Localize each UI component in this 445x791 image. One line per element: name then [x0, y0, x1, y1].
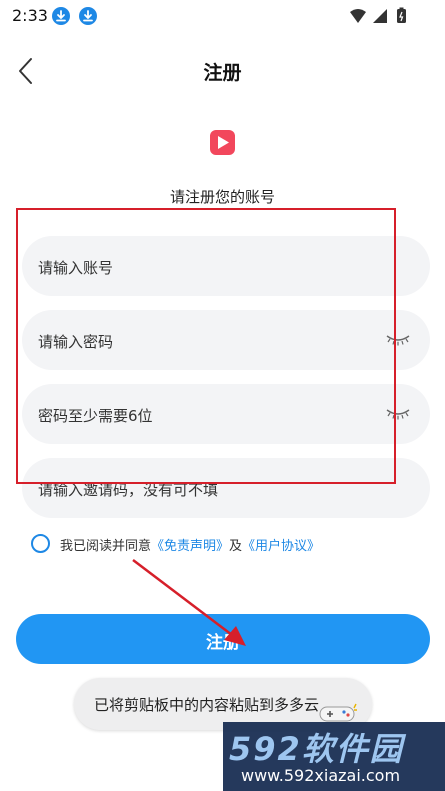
download-icon	[52, 7, 70, 25]
agreement-text: 我已阅读并同意《免责声明》及《用户协议》	[60, 535, 320, 554]
page-subtitle: 请注册您的账号	[169, 188, 275, 206]
eye-closed-icon[interactable]	[386, 407, 410, 421]
gamepad-icon	[319, 703, 357, 722]
password-placeholder: 请输入密码	[38, 333, 114, 351]
disclaimer-link[interactable]: 《免责声明》	[151, 539, 229, 554]
confirm-password-placeholder: 密码至少需要6位	[38, 407, 153, 425]
watermark-brand: 592软件园	[229, 730, 404, 768]
eye-closed-icon[interactable]	[386, 333, 410, 347]
watermark-logo: 592软件园 www.592xiazai.com	[223, 722, 445, 791]
account-input[interactable]: 请输入账号	[22, 236, 430, 296]
download-icon	[79, 7, 97, 25]
page-title: 注册	[203, 62, 242, 84]
register-button[interactable]: 注册	[16, 614, 430, 664]
invite-code-placeholder: 请输入邀请码，没有可不填	[38, 481, 219, 499]
confirm-password-input[interactable]: 密码至少需要6位	[22, 384, 430, 444]
wifi-icon	[350, 9, 366, 23]
status-time: 2:33	[12, 6, 48, 25]
watermark-url: www.592xiazai.com	[241, 766, 401, 785]
play-icon	[218, 136, 229, 149]
status-bar: 2:33	[0, 0, 445, 32]
app-logo	[210, 130, 235, 155]
password-input[interactable]: 请输入密码	[22, 310, 430, 370]
agreement-joiner: 及	[229, 539, 243, 554]
system-status-icons	[350, 7, 406, 23]
register-button-label: 注册	[206, 633, 240, 653]
agreement-prefix: 我已阅读并同意	[60, 539, 152, 554]
toast-text: 已将剪贴板中的内容粘贴到多多云	[94, 696, 320, 714]
signal-icon	[373, 9, 387, 23]
user-agreement-link[interactable]: 《用户协议》	[242, 539, 320, 554]
account-placeholder: 请输入账号	[38, 259, 114, 277]
invite-code-input[interactable]: 请输入邀请码，没有可不填	[22, 458, 430, 518]
agreement-checkbox[interactable]	[31, 534, 50, 553]
